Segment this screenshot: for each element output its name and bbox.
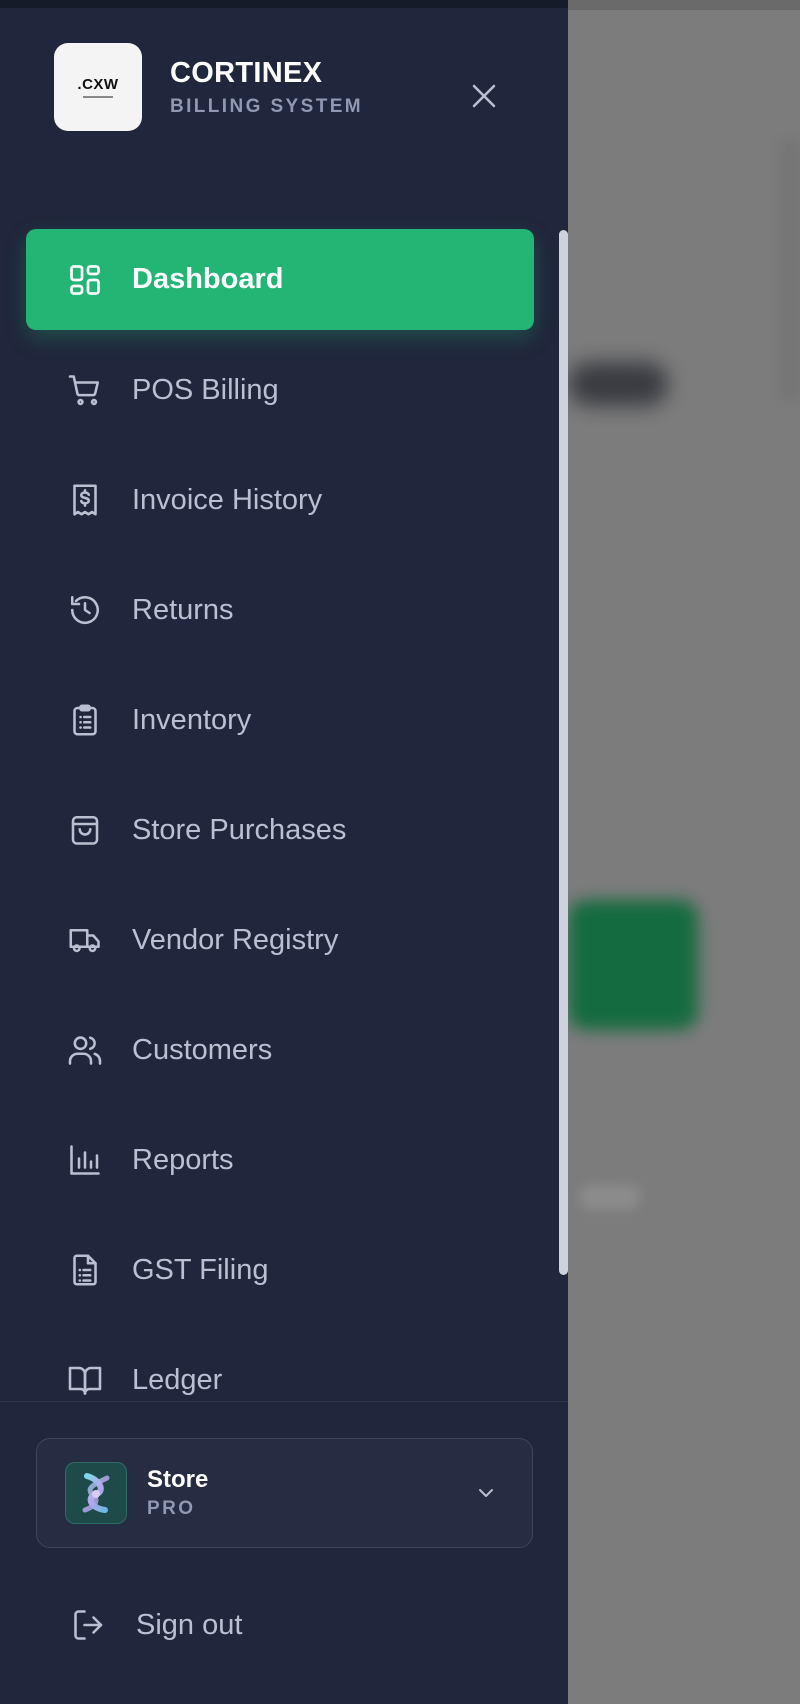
sidebar-item-returns[interactable]: Returns: [26, 559, 534, 661]
clipboard-list-icon: [66, 701, 104, 739]
store-logo-icon: [82, 1473, 110, 1513]
sidebar-item-invoice-history[interactable]: Invoice History: [26, 449, 534, 551]
dashboard-grid-icon: [66, 261, 104, 299]
sidebar-item-label: Reports: [132, 1143, 234, 1176]
backdrop-blurred-edge: [780, 140, 800, 400]
chevron-down-icon: [472, 1479, 500, 1507]
brand-subtitle: BILLING SYSTEM: [170, 95, 363, 117]
sign-out-label: Sign out: [136, 1608, 243, 1641]
sidebar-item-label: Dashboard: [132, 263, 284, 295]
sidebar-item-label: Returns: [132, 593, 234, 626]
truck-icon: [66, 921, 104, 959]
close-drawer-button[interactable]: [466, 78, 502, 114]
sidebar-item-inventory[interactable]: Inventory: [26, 669, 534, 771]
brand-logo-underline: [83, 96, 113, 98]
sidebar-item-label: Customers: [132, 1033, 273, 1066]
store-name: Store: [147, 1466, 209, 1493]
shopping-cart-icon: [66, 371, 104, 409]
store-plan-badge: PRO: [147, 1498, 196, 1519]
brand-text: CORTINEX BILLING SYSTEM: [170, 57, 363, 118]
sidebar-item-store-purchases[interactable]: Store Purchases: [26, 779, 534, 881]
sidebar-nav: Dashboard POS Billing Invoice History Re…: [26, 229, 534, 1439]
sidebar-item-label: Ledger: [132, 1363, 223, 1396]
sign-out-button[interactable]: Sign out: [70, 1606, 242, 1644]
shopping-bag-icon: [66, 811, 104, 849]
receipt-dollar-icon: [66, 481, 104, 519]
sidebar-item-label: POS Billing: [132, 373, 279, 406]
sidebar-item-gst-filing[interactable]: GST Filing: [26, 1219, 534, 1321]
book-open-icon: [66, 1361, 104, 1399]
store-avatar: [65, 1462, 127, 1524]
sidebar-item-vendor-registry[interactable]: Vendor Registry: [26, 889, 534, 991]
log-out-icon: [70, 1606, 108, 1644]
backdrop-blurred-green-card: [568, 900, 698, 1030]
bar-chart-icon: [66, 1141, 104, 1179]
sidebar-item-label: Inventory: [132, 703, 252, 736]
sidebar-item-customers[interactable]: Customers: [26, 999, 534, 1101]
sidebar-item-ledger[interactable]: Ledger: [26, 1329, 534, 1431]
sidebar-scrollbar[interactable]: [559, 230, 568, 1275]
sidebar-item-label: Vendor Registry: [132, 923, 339, 956]
history-icon: [66, 591, 104, 629]
backdrop-blurred-bar: [568, 362, 668, 406]
brand-logo-text: .CXW: [77, 76, 119, 93]
file-text-icon: [66, 1251, 104, 1289]
backdrop-blurred-text: [580, 1185, 640, 1209]
sidebar-item-label: Invoice History: [132, 483, 323, 516]
sidebar-item-pos-billing[interactable]: POS Billing: [26, 339, 534, 441]
backdrop-topbar: [568, 0, 800, 10]
close-icon: [472, 84, 496, 108]
sidebar-item-dashboard[interactable]: Dashboard: [26, 229, 534, 330]
brand-name: CORTINEX: [170, 56, 323, 89]
sidebar-item-label: GST Filing: [132, 1253, 269, 1286]
footer-divider: [0, 1401, 568, 1402]
store-switcher[interactable]: Store PRO: [36, 1438, 533, 1548]
brand-logo: .CXW: [54, 43, 142, 131]
brand-header: .CXW CORTINEX BILLING SYSTEM: [54, 43, 363, 131]
sidebar-item-label: Store Purchases: [132, 813, 347, 846]
sidebar-item-reports[interactable]: Reports: [26, 1109, 534, 1211]
store-text: Store PRO: [147, 1466, 208, 1520]
sidebar-drawer: .CXW CORTINEX BILLING SYSTEM Dashboard P…: [0, 0, 568, 1704]
users-icon: [66, 1031, 104, 1069]
